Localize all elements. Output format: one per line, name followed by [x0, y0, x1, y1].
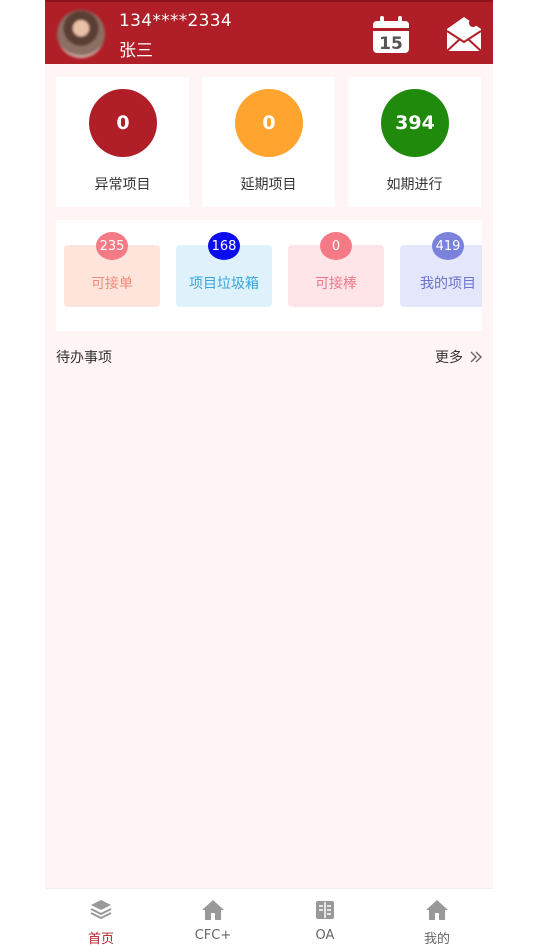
tab-home[interactable]: 首页: [45, 889, 157, 950]
bottom-tab-bar: 首页 CFC+ OA 我的: [45, 888, 493, 950]
stat-card-ontime[interactable]: 394 如期进行: [348, 77, 481, 207]
badge-count: 168: [208, 232, 240, 260]
app-screen: 134****2334 张三 15 0 异常项目 0 延期项目 394 如期进行…: [45, 0, 493, 950]
tab-mine[interactable]: 我的: [381, 889, 493, 950]
quick-label: 我的项目: [420, 276, 476, 292]
stat-label: 如期进行: [386, 177, 443, 193]
todo-section-title: 待办事项: [56, 350, 112, 366]
user-phone: 134****2334: [119, 11, 233, 31]
tab-label: 我的: [423, 932, 450, 947]
tab-label: 首页: [87, 932, 114, 947]
quick-label: 可接棒: [315, 276, 357, 292]
user-name: 张三: [119, 41, 153, 61]
home-icon: [202, 900, 224, 920]
quick-label: 项目垃圾箱: [189, 276, 259, 292]
tab-label: CFC+: [194, 928, 232, 943]
stat-value: 0: [89, 89, 157, 157]
book-icon: [316, 901, 334, 919]
mail-button[interactable]: [445, 15, 483, 53]
calendar-icon: 15: [373, 16, 409, 54]
stat-card-abnormal[interactable]: 0 异常项目: [56, 77, 189, 207]
quick-label: 可接单: [91, 276, 133, 292]
stat-card-delayed[interactable]: 0 延期项目: [202, 77, 335, 207]
double-chevron-right-icon[interactable]: [469, 350, 483, 364]
tab-oa[interactable]: OA: [269, 889, 381, 950]
more-link[interactable]: 更多: [435, 347, 463, 367]
mail-icon: [446, 17, 482, 52]
tab-label: OA: [315, 928, 335, 943]
stat-label: 异常项目: [94, 177, 151, 193]
stat-value: 0: [235, 89, 303, 157]
header-bar: 134****2334 张三 15: [45, 0, 493, 64]
avatar[interactable]: [57, 10, 105, 58]
badge-count: 235: [96, 232, 128, 260]
layers-icon: [90, 900, 112, 920]
calendar-button[interactable]: 15: [371, 15, 411, 55]
stat-value: 394: [381, 89, 449, 157]
home-icon: [426, 900, 448, 920]
calendar-day: 15: [379, 34, 403, 54]
quick-actions-panel: 可接单 项目垃圾箱 可接棒 我的项目 235 168 0 419: [56, 220, 482, 331]
tab-cfc[interactable]: CFC+: [157, 889, 269, 950]
badge-count: 0: [320, 232, 352, 260]
stat-label: 延期项目: [240, 177, 297, 193]
badge-count: 419: [432, 232, 464, 260]
